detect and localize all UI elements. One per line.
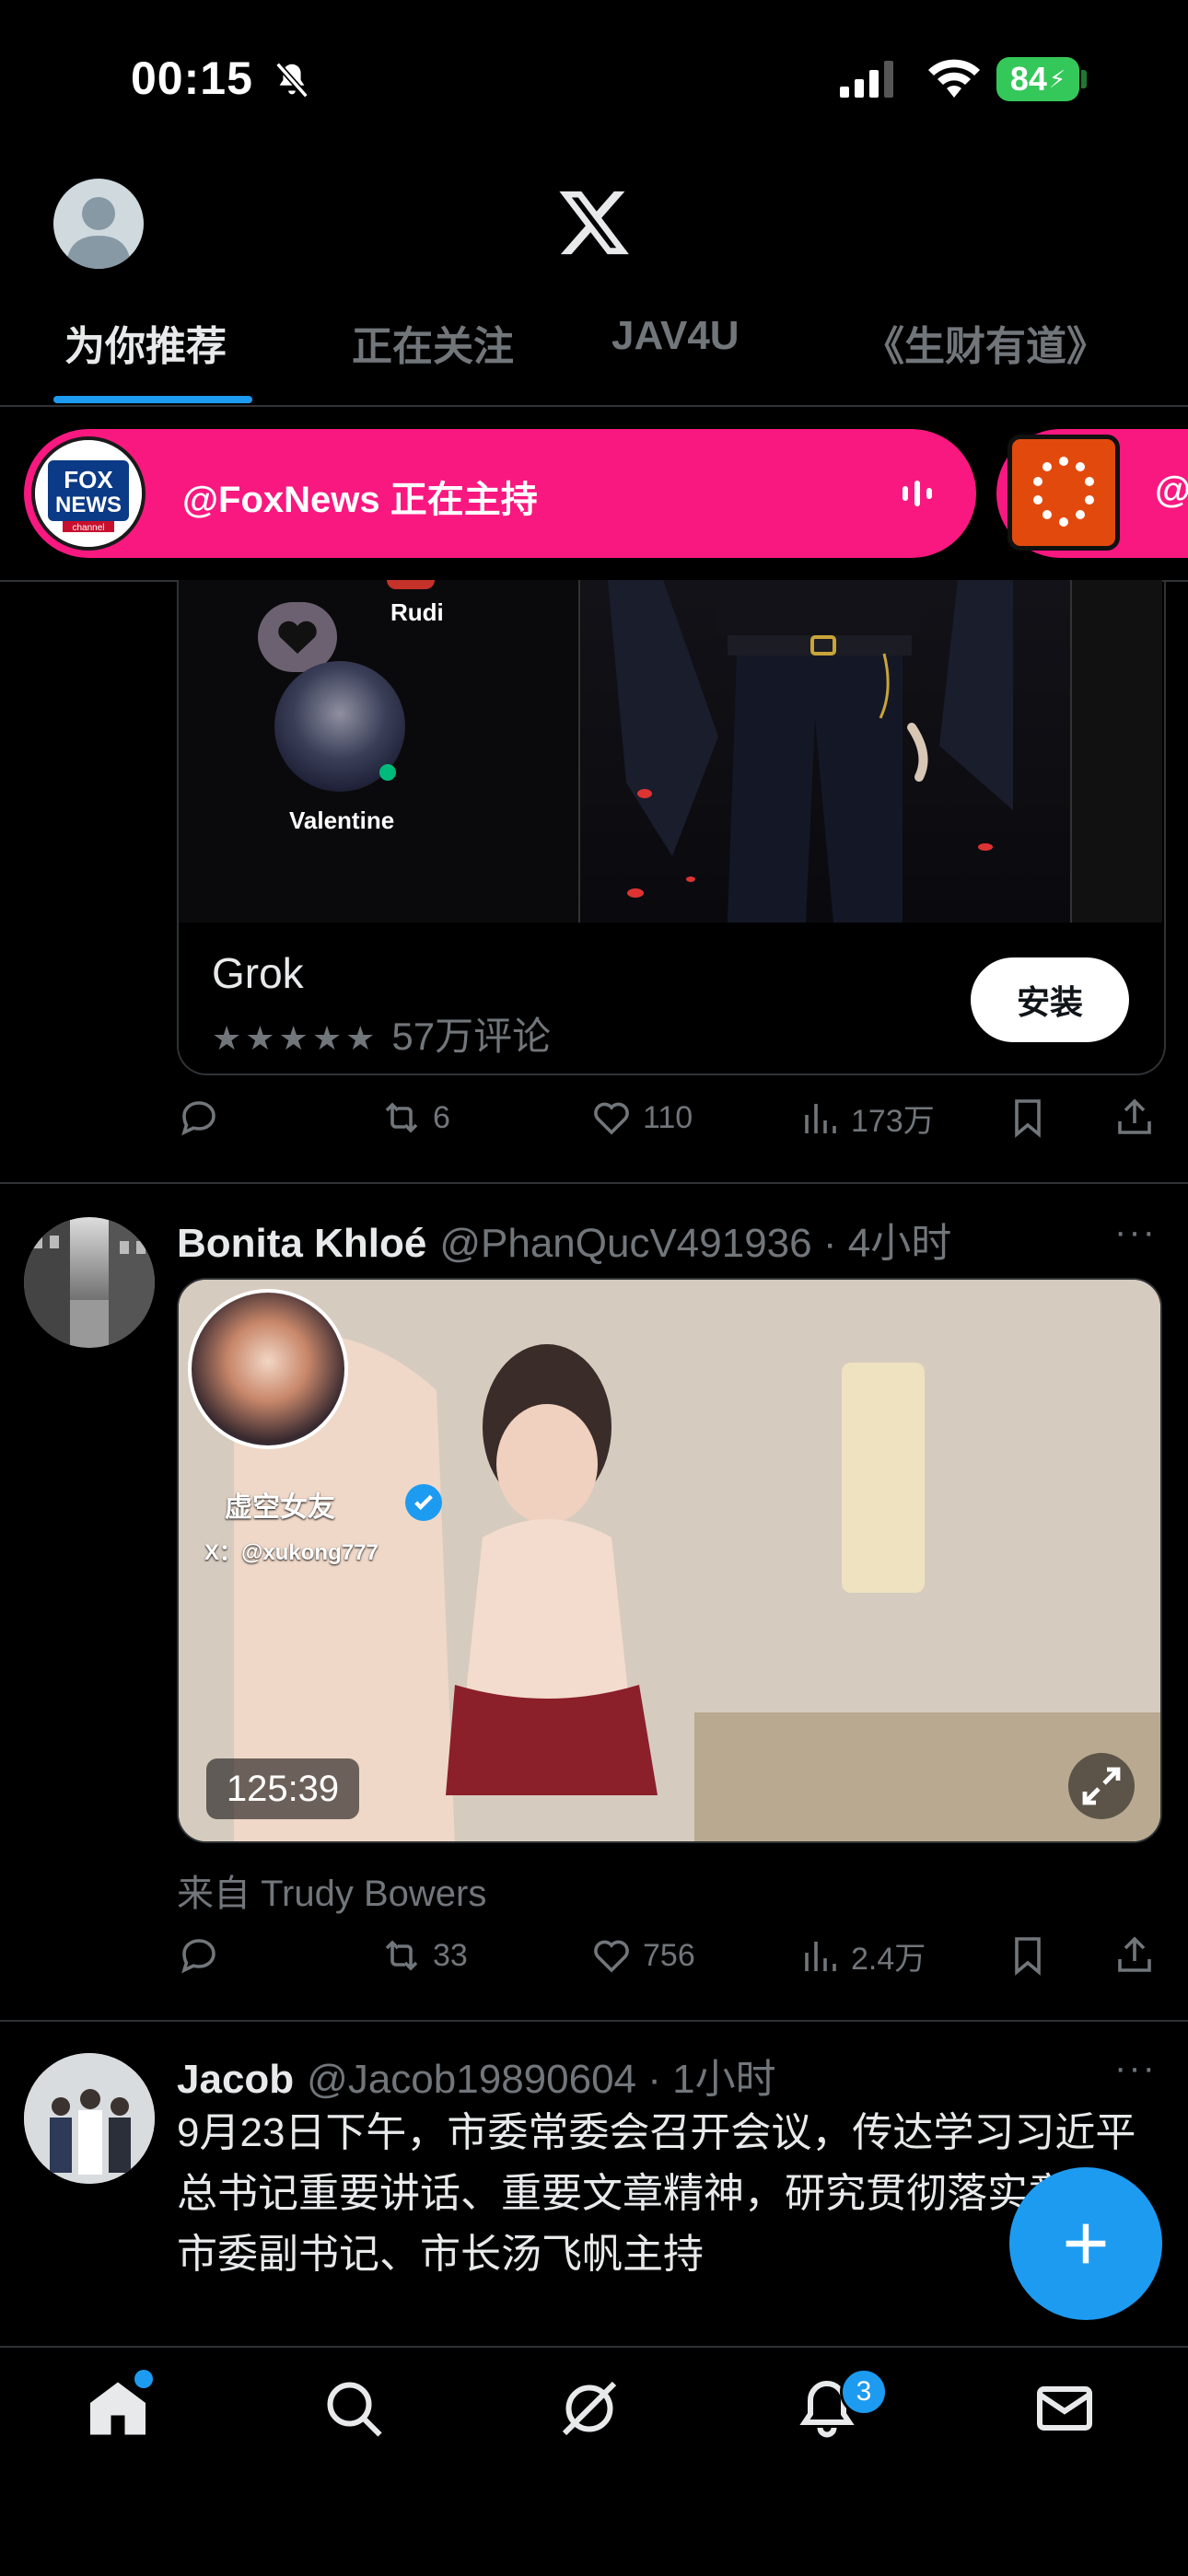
views-button[interactable]: 2.4万	[798, 1933, 926, 1978]
search-icon	[327, 2382, 382, 2437]
more-options-button[interactable]: ···	[1114, 2048, 1157, 2089]
verified-badge-icon	[405, 1484, 442, 1521]
bookmark-icon	[1015, 1937, 1041, 1976]
post-author-handle: @Jacob19890604 · 1小时	[307, 2057, 776, 2102]
status-bar: 00:15 84 ⚡	[0, 0, 1188, 157]
post1-action-bar: 33 756 2.4万	[177, 1933, 1162, 1989]
nav-grok[interactable]	[556, 2375, 630, 2449]
app-name: Grok	[212, 949, 304, 997]
expand-video-button[interactable]	[1068, 1753, 1135, 1819]
reply-icon	[181, 1939, 215, 1974]
audio-bars-icon	[903, 481, 932, 506]
reply-button[interactable]	[177, 1096, 221, 1140]
grok-icon	[562, 2381, 617, 2436]
reply-button[interactable]	[177, 1933, 221, 1978]
svg-text:FOX: FOX	[64, 466, 113, 493]
review-count: 57万评论	[391, 1015, 552, 1058]
views-button[interactable]: 173万	[798, 1096, 935, 1141]
post-author-name[interactable]: Jacob	[177, 2057, 294, 2103]
rating-stars-icon: ★★★★★	[212, 1019, 379, 1057]
foxnews-logo: FOX NEWS channel	[35, 440, 142, 547]
repost-count: 6	[433, 1099, 450, 1135]
mail-icon	[1037, 2386, 1092, 2431]
battery-nub	[1081, 70, 1087, 88]
post-author-avatar[interactable]	[24, 1217, 155, 1348]
repost-icon	[385, 1102, 418, 1133]
watermark-handle: X：@xukong777	[204, 1540, 379, 1565]
plus-icon	[1066, 2223, 1106, 2264]
share-button[interactable]	[1112, 1933, 1157, 1978]
install-button[interactable]: 安装	[971, 957, 1129, 1042]
tab-for-you[interactable]: 为你推荐	[64, 313, 227, 372]
repost-button[interactable]: 33	[379, 1933, 468, 1978]
status-time: 00:15	[131, 52, 253, 104]
bookmark-button[interactable]	[1006, 1933, 1050, 1978]
dotted-ring-logo	[1033, 457, 1094, 527]
post-author-avatar[interactable]	[24, 2053, 155, 2184]
bookmark-button[interactable]	[1006, 1096, 1050, 1140]
ad-action-bar: 6 110 173万	[177, 1096, 1162, 1151]
like-count: 756	[643, 1937, 695, 1973]
video-source-attribution[interactable]: 来自 Trudy Bowers	[177, 1863, 486, 1917]
space-avatar-2	[1007, 435, 1120, 551]
home-unread-dot	[134, 2370, 153, 2388]
like-button[interactable]: 756	[589, 1933, 695, 1978]
watermark-name: 虚空女友	[225, 1492, 335, 1523]
cellular-signal-icon	[840, 61, 893, 98]
view-count: 173万	[851, 1104, 935, 1139]
space-host-text-2: @	[1155, 470, 1188, 510]
foxnews-avatar: FOX NEWS channel	[31, 436, 146, 551]
notifications-badge: 3	[840, 2368, 888, 2416]
views-chart-icon	[805, 1941, 836, 1971]
tab-jav4u[interactable]: JAV4U	[611, 313, 740, 359]
battery-level: 84	[1009, 60, 1047, 98]
repost-button[interactable]: 6	[379, 1096, 450, 1140]
video-duration: 125:39	[206, 1758, 359, 1819]
timeline-tabs: 为你推荐 正在关注 JAV4U 《生财有道》	[0, 304, 1188, 407]
street-photo	[24, 1217, 155, 1348]
share-button[interactable]	[1112, 1096, 1157, 1140]
more-options-button[interactable]: ···	[1114, 1212, 1157, 1253]
profile-avatar-button[interactable]	[53, 179, 144, 269]
share-icon	[1118, 1098, 1151, 1134]
battery-indicator: 84 ⚡	[996, 57, 1079, 101]
heart-icon	[594, 1940, 629, 1973]
post-header: Jacob @Jacob19890604 · 1小时	[177, 2046, 776, 2105]
like-button[interactable]: 110	[589, 1096, 693, 1140]
nav-search[interactable]	[320, 2375, 394, 2449]
user-silhouette-icon	[66, 197, 131, 269]
active-tab-indicator	[53, 396, 252, 403]
post-author-handle: @PhanQucV491936 · 4小时	[439, 1221, 952, 1266]
share-icon	[1118, 1936, 1151, 1972]
bookmark-icon	[1015, 1099, 1041, 1138]
charging-icon: ⚡	[1048, 64, 1066, 93]
space-host-text: @FoxNews 正在主持	[182, 480, 538, 520]
post-header: Bonita Khloé @PhanQucV491936 · 4小时	[177, 1210, 951, 1269]
expand-icon	[1082, 1767, 1121, 1805]
group-photo	[24, 2053, 155, 2184]
watermark-avatar	[188, 1289, 348, 1449]
reply-icon	[181, 1101, 215, 1136]
repost-icon	[385, 1940, 418, 1971]
views-chart-icon	[805, 1103, 836, 1133]
nav-messages[interactable]	[1031, 2375, 1105, 2449]
post-divider-1	[0, 1182, 1188, 1184]
repost-count: 33	[433, 1937, 468, 1973]
post-divider-2	[0, 2020, 1188, 2022]
compose-post-button[interactable]	[1009, 2167, 1162, 2320]
tab-following[interactable]: 正在关注	[352, 313, 514, 372]
header-divider	[0, 405, 1188, 407]
svg-text:NEWS: NEWS	[55, 493, 122, 517]
view-count: 2.4万	[851, 1942, 926, 1977]
tab-shengcai[interactable]: 《生财有道》	[864, 313, 1107, 372]
like-count: 110	[643, 1099, 693, 1135]
heart-icon	[594, 1102, 629, 1135]
bell-slash-icon	[275, 62, 309, 99]
svg-text:channel: channel	[72, 523, 104, 533]
wifi-icon	[928, 59, 980, 98]
x-logo-icon[interactable]	[553, 184, 635, 261]
app-rating: ★★★★★ 57万评论	[212, 1005, 551, 1062]
post-author-name[interactable]: Bonita Khloé	[177, 1221, 426, 1267]
